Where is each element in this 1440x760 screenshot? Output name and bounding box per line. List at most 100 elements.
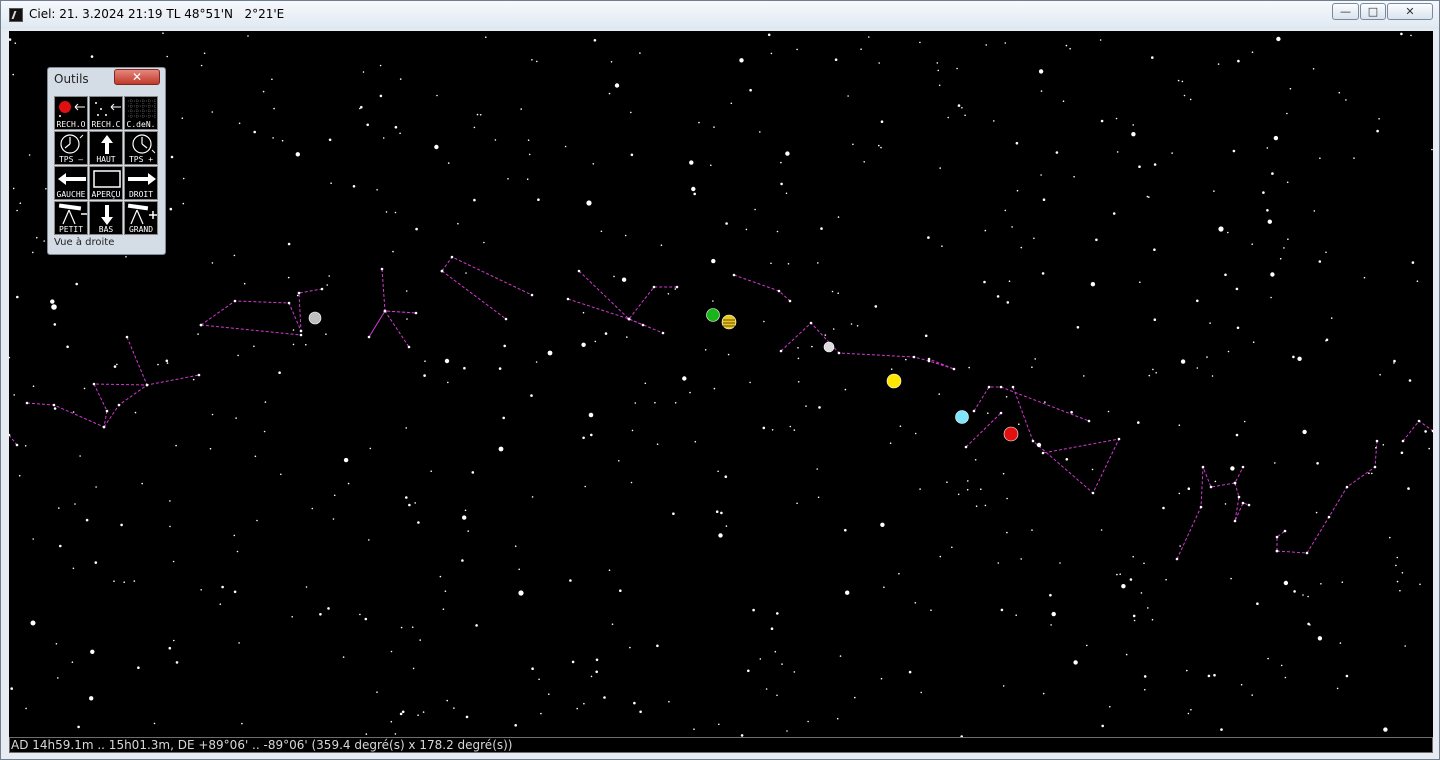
star[interactable]: [233, 254, 236, 257]
star[interactable]: [947, 116, 949, 119]
star[interactable]: [531, 667, 534, 670]
star[interactable]: [28, 154, 31, 156]
star[interactable]: [209, 447, 212, 450]
star[interactable]: [1083, 375, 1085, 377]
star[interactable]: [634, 402, 637, 404]
star[interactable]: [169, 525, 171, 528]
star[interactable]: [175, 444, 177, 447]
star[interactable]: [89, 696, 94, 701]
star[interactable]: [1042, 692, 1045, 695]
star[interactable]: [32, 251, 34, 254]
star[interactable]: [181, 117, 184, 119]
star[interactable]: [639, 52, 641, 54]
star[interactable]: [390, 720, 393, 723]
star[interactable]: [739, 58, 744, 63]
star[interactable]: [1190, 708, 1192, 711]
star[interactable]: [407, 345, 411, 349]
star[interactable]: [1297, 356, 1302, 361]
star[interactable]: [394, 211, 397, 214]
star[interactable]: [1230, 577, 1232, 580]
star[interactable]: [113, 580, 115, 582]
star[interactable]: [618, 460, 620, 462]
star[interactable]: [850, 323, 853, 325]
time-forward-button[interactable]: TPS +: [124, 131, 158, 165]
star[interactable]: [1401, 439, 1405, 443]
star[interactable]: [1317, 636, 1323, 641]
star[interactable]: [297, 291, 301, 295]
star[interactable]: [462, 515, 467, 520]
star[interactable]: [1416, 280, 1419, 282]
star[interactable]: [1209, 485, 1213, 489]
star[interactable]: [1383, 727, 1388, 732]
star[interactable]: [1086, 644, 1088, 647]
star[interactable]: [296, 294, 299, 297]
star[interactable]: [1031, 439, 1035, 443]
star[interactable]: [1252, 341, 1255, 344]
star[interactable]: [447, 381, 449, 384]
star[interactable]: [16, 209, 18, 212]
star[interactable]: [930, 609, 932, 611]
star[interactable]: [359, 107, 361, 110]
star[interactable]: [1353, 157, 1355, 159]
star[interactable]: [1050, 624, 1052, 626]
star[interactable]: [1187, 487, 1191, 491]
star[interactable]: [987, 385, 991, 389]
star[interactable]: [919, 41, 921, 44]
star[interactable]: [720, 511, 723, 515]
star[interactable]: [732, 273, 736, 277]
star[interactable]: [691, 186, 696, 192]
star[interactable]: [83, 387, 86, 390]
star[interactable]: [200, 589, 202, 591]
star[interactable]: [172, 560, 175, 563]
star[interactable]: [631, 429, 634, 432]
star[interactable]: [939, 555, 942, 558]
star[interactable]: [412, 667, 415, 670]
star[interactable]: [1396, 580, 1399, 583]
star[interactable]: [1181, 80, 1184, 83]
star[interactable]: [165, 359, 169, 363]
star[interactable]: [1237, 59, 1240, 63]
star[interactable]: [366, 123, 370, 127]
star[interactable]: [359, 613, 361, 616]
moon[interactable]: [308, 311, 322, 325]
star[interactable]: [105, 409, 109, 413]
star[interactable]: [1271, 172, 1274, 175]
star[interactable]: [854, 696, 856, 699]
star[interactable]: [1275, 535, 1279, 539]
star[interactable]: [1055, 151, 1059, 154]
star[interactable]: [905, 358, 907, 361]
star[interactable]: [1131, 132, 1136, 137]
star[interactable]: [880, 522, 885, 527]
star[interactable]: [1011, 226, 1013, 228]
star[interactable]: [182, 177, 185, 180]
star[interactable]: [442, 608, 445, 610]
star[interactable]: [1325, 338, 1329, 342]
star[interactable]: [961, 107, 963, 109]
star[interactable]: [537, 198, 540, 201]
star[interactable]: [644, 382, 647, 385]
star[interactable]: [211, 111, 214, 113]
star[interactable]: [417, 521, 420, 524]
star[interactable]: [473, 198, 476, 202]
star[interactable]: [401, 710, 405, 714]
star[interactable]: [32, 385, 35, 388]
star[interactable]: [1233, 481, 1237, 485]
bright-star[interactable]: [51, 304, 57, 310]
star[interactable]: [997, 562, 1000, 564]
star[interactable]: [473, 126, 476, 129]
star[interactable]: [890, 368, 893, 371]
star[interactable]: [611, 623, 614, 625]
star[interactable]: [406, 318, 408, 320]
star[interactable]: [1099, 39, 1102, 41]
star[interactable]: [166, 362, 169, 364]
star[interactable]: [1284, 676, 1287, 679]
star[interactable]: [1211, 375, 1214, 377]
star[interactable]: [117, 403, 121, 407]
star[interactable]: [600, 230, 603, 233]
star[interactable]: [1266, 147, 1269, 149]
star[interactable]: [1070, 410, 1073, 414]
star[interactable]: [13, 394, 15, 396]
star[interactable]: [776, 230, 779, 233]
star[interactable]: [364, 617, 368, 621]
star[interactable]: [379, 64, 382, 67]
